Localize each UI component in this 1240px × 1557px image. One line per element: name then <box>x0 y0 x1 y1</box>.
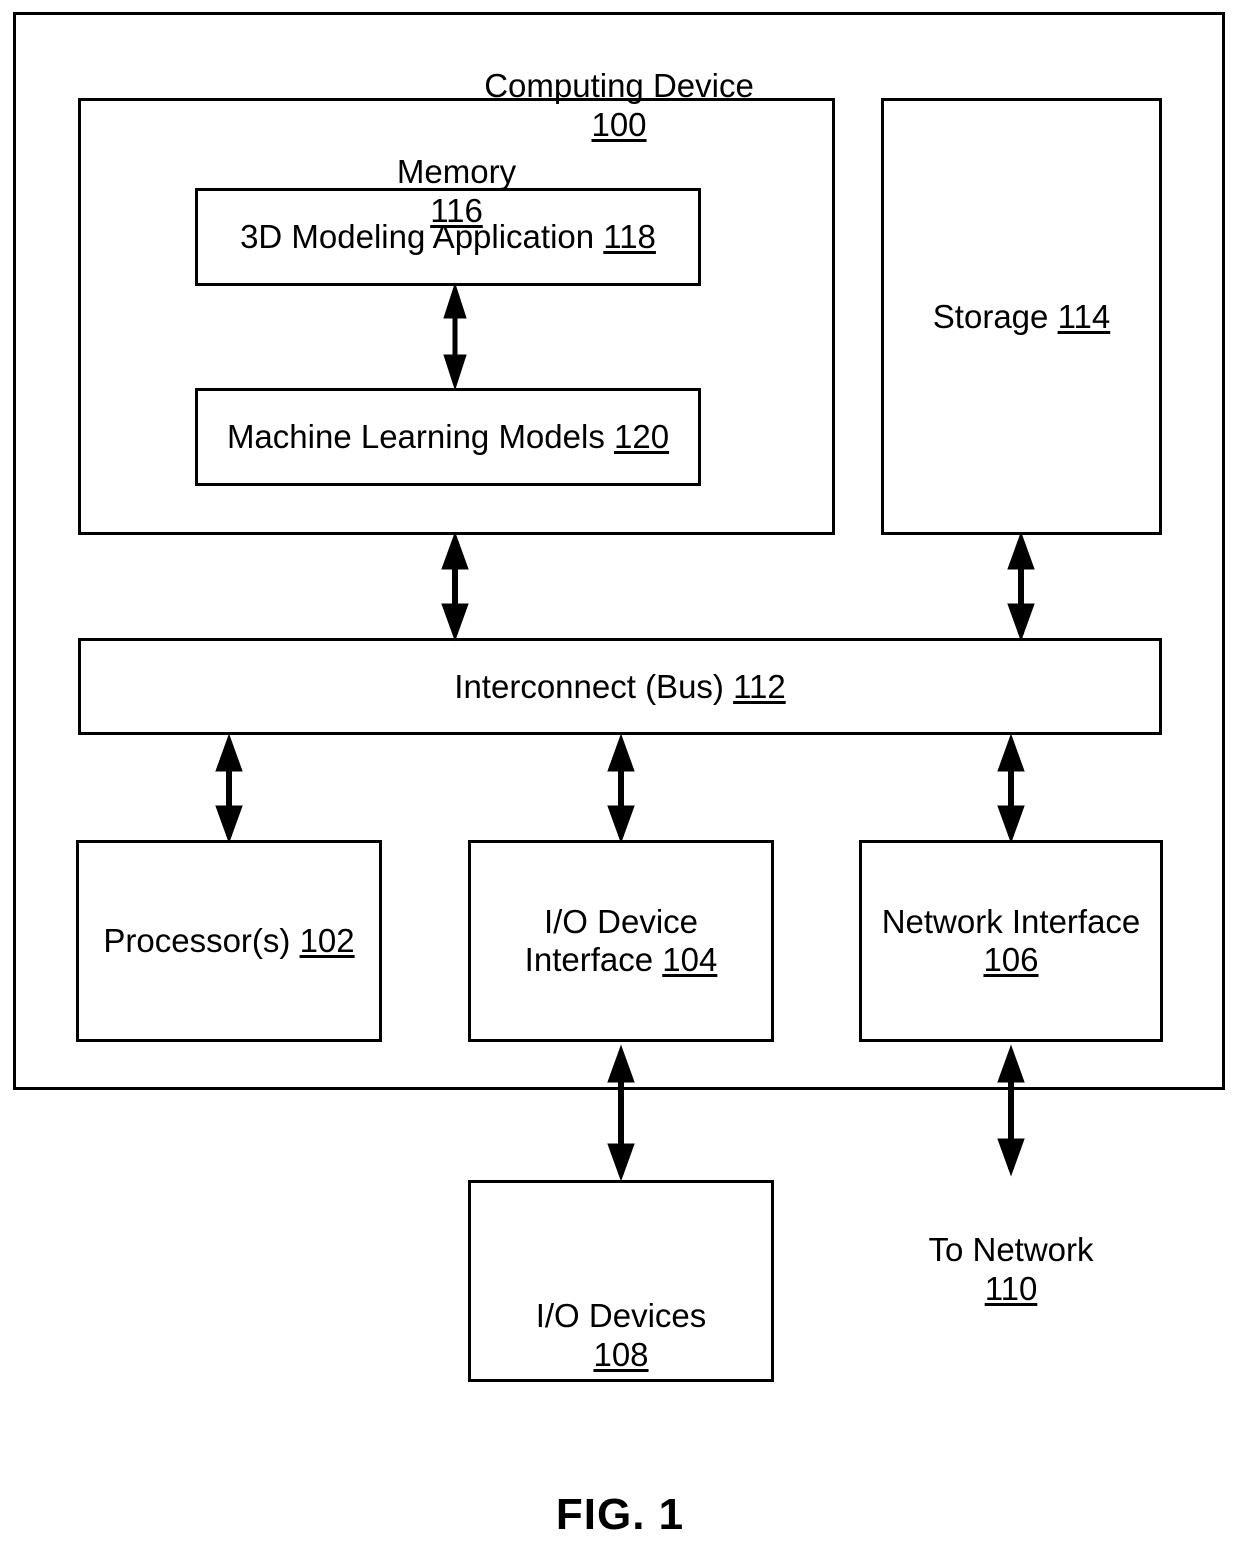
network-interface-line1: Network Interface <box>881 903 1141 940</box>
machine-learning-models-ref: 120 <box>614 418 670 455</box>
interconnect-bus-ref: 112 <box>733 667 786 705</box>
processors-box: Processor(s) 102 <box>76 840 382 1042</box>
io-device-interface-ref: 104 <box>662 941 718 978</box>
network-interface-label: Network Interface 106 <box>882 903 1141 979</box>
processors-text: Processor(s) <box>103 922 291 959</box>
io-device-interface-box: I/O Device Interface 104 <box>468 840 774 1042</box>
modeling-application-ref: 118 <box>603 218 656 255</box>
io-devices-ref: 108 <box>593 1335 649 1373</box>
storage-label: Storage 114 <box>933 298 1110 336</box>
interconnect-bus-label: Interconnect (Bus) 112 <box>454 668 785 706</box>
io-devices-label: I/O Devices 108 <box>468 1258 774 1375</box>
network-interface-ref: 106 <box>983 941 1039 978</box>
interconnect-bus-box: Interconnect (Bus) 112 <box>78 638 1162 735</box>
machine-learning-models-box: Machine Learning Models 120 <box>195 388 701 486</box>
io-device-interface-line1: I/O Device <box>543 903 699 940</box>
modeling-application-text: 3D Modeling Application <box>240 218 595 255</box>
memory-title-text: Memory <box>396 152 517 190</box>
figure-caption: FIG. 1 <box>555 1490 685 1539</box>
network-interface-box: Network Interface 106 <box>859 840 1163 1042</box>
storage-text: Storage <box>932 297 1049 335</box>
modeling-application-label: 3D Modeling Application 118 <box>240 218 656 256</box>
io-device-interface-line2: Interface <box>524 941 654 978</box>
machine-learning-models-label: Machine Learning Models 120 <box>227 418 669 456</box>
processors-label: Processor(s) 102 <box>103 922 354 960</box>
storage-ref: 114 <box>1057 297 1111 335</box>
to-network-text: To Network <box>928 1230 1094 1268</box>
to-network-ref: 110 <box>984 1269 1038 1307</box>
io-device-interface-label: I/O Device Interface 104 <box>525 903 718 979</box>
interconnect-bus-text: Interconnect (Bus) <box>454 667 724 705</box>
machine-learning-models-text: Machine Learning Models <box>226 418 605 455</box>
io-devices-text: I/O Devices <box>535 1296 707 1334</box>
processors-ref: 102 <box>299 922 355 959</box>
figure-canvas: Computing Device 100 Memory 116 3D Model… <box>0 0 1240 1557</box>
storage-box: Storage 114 <box>881 98 1162 535</box>
modeling-application-box: 3D Modeling Application 118 <box>195 188 701 286</box>
to-network-label: To Network 110 <box>859 1192 1163 1309</box>
